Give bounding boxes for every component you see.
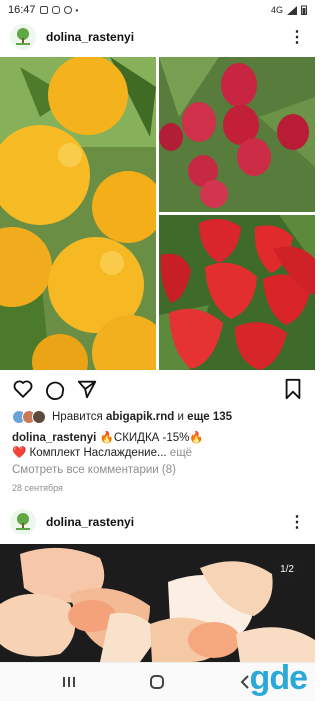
post-actions — [0, 378, 315, 402]
likes-count[interactable]: еще 135 — [187, 411, 232, 423]
signal-icon — [287, 5, 297, 15]
home-icon[interactable] — [142, 663, 172, 701]
avatar[interactable] — [10, 24, 36, 50]
avatar[interactable] — [10, 509, 36, 535]
bookmark-icon[interactable] — [283, 378, 303, 400]
post-photo-collage[interactable] — [0, 57, 315, 370]
tree-logo-icon — [16, 513, 30, 530]
post-username[interactable]: dolina_rastenyi — [46, 30, 134, 44]
likes-conj: и — [177, 411, 184, 423]
post-caption: dolina_rastenyi 🔥СКИДКА -15%🔥 ❤️ Комплек… — [12, 431, 307, 461]
likes-line[interactable]: Нравится abigapik.rnd и еще 135 — [12, 410, 232, 424]
strawberry-photo — [159, 215, 315, 370]
post-username[interactable]: dolina_rastenyi — [46, 515, 134, 529]
plum-photo — [0, 57, 156, 370]
heart-icon[interactable] — [12, 378, 34, 400]
caption-more-link[interactable]: ещё — [170, 447, 192, 459]
battery-icon — [301, 5, 307, 15]
post-date: 28 сентября — [12, 483, 63, 493]
post-header: dolina_rastenyi ⋮ — [0, 17, 315, 57]
instagram-notification-icon — [51, 6, 60, 14]
message-notification-icon — [63, 6, 72, 14]
watermark-logo: gde — [249, 659, 308, 697]
more-icon[interactable]: ⋮ — [289, 27, 305, 47]
notification-icon — [39, 6, 48, 14]
view-comments-link[interactable]: Смотреть все комментарии (8) — [12, 464, 176, 476]
likes-user[interactable]: abigapik.rnd — [106, 411, 174, 423]
caption-line-2: ❤️ Комплект Наслаждение... — [12, 447, 167, 459]
likes-prefix: Нравится — [52, 411, 103, 423]
caption-line-1: 🔥СКИДКА -15%🔥 — [99, 432, 204, 444]
comment-icon[interactable] — [44, 378, 66, 400]
more-icon[interactable]: ⋮ — [289, 512, 305, 532]
caption-username[interactable]: dolina_rastenyi — [12, 432, 96, 444]
tree-logo-icon — [16, 28, 30, 45]
raspberry-photo — [159, 57, 315, 212]
network-type: 4G — [270, 5, 283, 15]
post-header: dolina_rastenyi ⋮ — [0, 502, 315, 542]
dot-icon: • — [75, 5, 79, 15]
daffodil-photo[interactable] — [0, 544, 315, 662]
recent-apps-icon[interactable] — [54, 663, 84, 701]
status-time: 16:47 — [8, 4, 36, 16]
share-icon[interactable] — [76, 378, 98, 400]
carousel-counter: 1/2 — [273, 560, 301, 579]
liker-avatar — [32, 410, 46, 424]
